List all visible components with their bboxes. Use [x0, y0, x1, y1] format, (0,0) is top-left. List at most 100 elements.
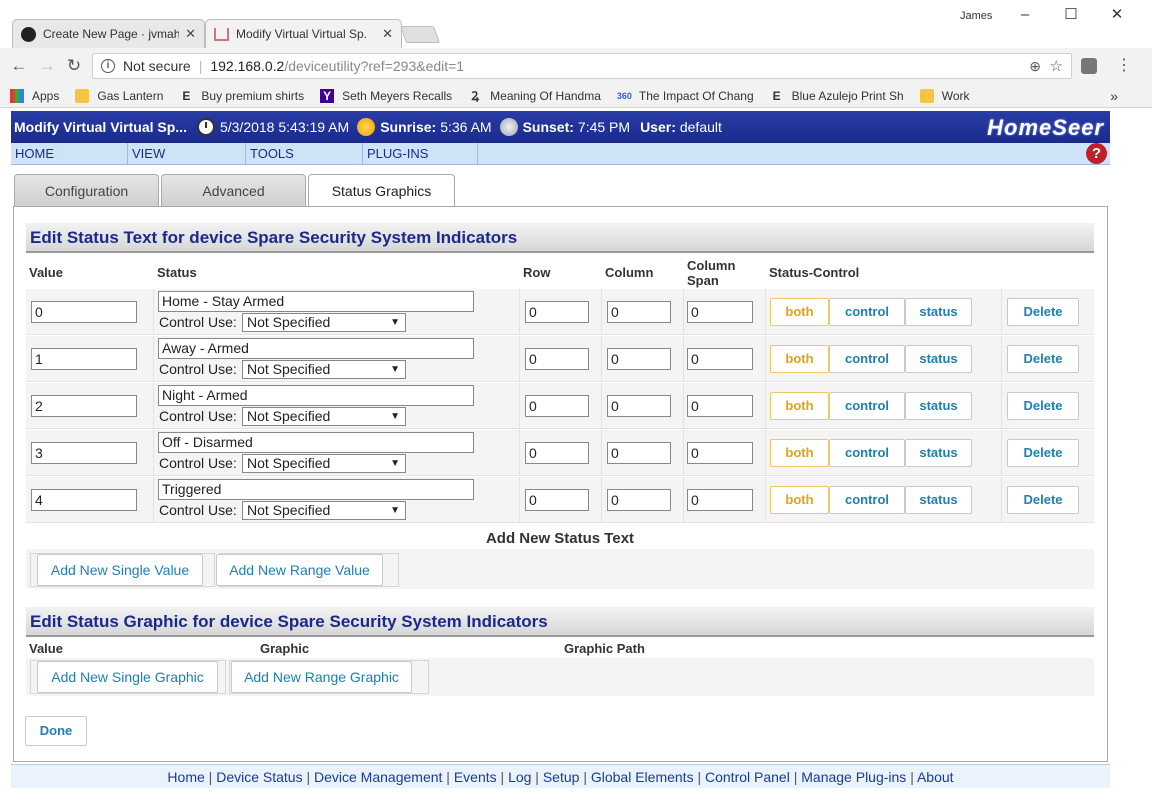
extension-icon[interactable] — [1081, 58, 1097, 74]
bookmarks-overflow-icon[interactable]: » — [1110, 88, 1118, 104]
maximize-button[interactable]: ☐ — [1056, 4, 1086, 26]
column-span-input[interactable]: 0 — [687, 301, 753, 323]
delete-button[interactable]: Delete — [1007, 345, 1079, 373]
add-new-single-graphic-button[interactable]: Add New Single Graphic — [37, 661, 218, 693]
both-button[interactable]: both — [770, 345, 829, 373]
footer-link-home[interactable]: Home — [167, 769, 204, 785]
control-use-select[interactable]: Not Specified ▼ — [242, 501, 406, 520]
profile-name[interactable]: James — [960, 10, 992, 22]
status-button[interactable]: status — [905, 486, 972, 514]
control-button[interactable]: control — [829, 439, 905, 467]
column-input[interactable]: 0 — [607, 348, 671, 370]
row-input[interactable]: 0 — [525, 348, 589, 370]
bookmark-blue-azulejo[interactable]: E Blue Azulejo Print Sh — [770, 89, 904, 103]
tab-configuration[interactable]: Configuration — [14, 174, 159, 207]
value-input[interactable]: 2 — [31, 395, 137, 417]
tab-status-graphics[interactable]: Status Graphics — [308, 174, 455, 208]
status-text-input[interactable]: Off - Disarmed — [158, 432, 474, 453]
menu-plug-ins[interactable]: PLUG-INS — [363, 143, 478, 165]
footer-link-log[interactable]: Log — [508, 769, 531, 785]
value-input[interactable]: 3 — [31, 442, 137, 464]
status-text-input[interactable]: Away - Armed — [158, 338, 474, 359]
row-input[interactable]: 0 — [525, 442, 589, 464]
value-input[interactable]: 4 — [31, 489, 137, 511]
column-span-input[interactable]: 0 — [687, 489, 753, 511]
close-icon[interactable]: ✕ — [382, 26, 393, 42]
bookmark-buy-premium-shirts[interactable]: E Buy premium shirts — [179, 89, 304, 103]
status-text-input[interactable]: Home - Stay Armed — [158, 291, 474, 312]
control-use-select[interactable]: Not Specified ▼ — [242, 360, 406, 379]
menu-tools[interactable]: TOOLS — [246, 143, 363, 165]
footer-link-device-status[interactable]: Device Status — [216, 769, 302, 785]
control-use-select[interactable]: Not Specified ▼ — [242, 407, 406, 426]
delete-button[interactable]: Delete — [1007, 486, 1079, 514]
close-icon[interactable]: ✕ — [185, 26, 196, 42]
done-button[interactable]: Done — [25, 716, 87, 746]
control-use-select[interactable]: Not Specified ▼ — [242, 313, 406, 332]
delete-button[interactable]: Delete — [1007, 439, 1079, 467]
address-bar[interactable]: i Not secure | 192.168.0.2 /deviceutilit… — [92, 53, 1072, 79]
row-input[interactable]: 0 — [525, 301, 589, 323]
status-button[interactable]: status — [905, 392, 972, 420]
add-new-range-graphic-button[interactable]: Add New Range Graphic — [231, 661, 412, 693]
control-button[interactable]: control — [829, 392, 905, 420]
status-button[interactable]: status — [905, 345, 972, 373]
menu-home[interactable]: HOME — [11, 143, 128, 165]
control-button[interactable]: control — [829, 345, 905, 373]
delete-button[interactable]: Delete — [1007, 392, 1079, 420]
footer-link-setup[interactable]: Setup — [543, 769, 580, 785]
both-button[interactable]: both — [770, 439, 829, 467]
tab-advanced[interactable]: Advanced — [161, 174, 306, 207]
browser-tab-github[interactable]: Create New Page · jvmah ✕ — [12, 19, 205, 48]
add-new-range-value-button[interactable]: Add New Range Value — [216, 554, 383, 586]
bookmark-meaning-of-handma[interactable]: Ꝝ Meaning Of Handma — [468, 89, 601, 103]
control-use-select[interactable]: Not Specified ▼ — [242, 454, 406, 473]
browser-tab-homeseer[interactable]: Modify Virtual Virtual Sp. ✕ — [205, 19, 402, 48]
column-span-input[interactable]: 0 — [687, 348, 753, 370]
row-input[interactable]: 0 — [525, 489, 589, 511]
footer-link-control-panel[interactable]: Control Panel — [705, 769, 790, 785]
bookmark-star-icon[interactable]: ☆ — [1050, 57, 1063, 75]
close-window-button[interactable]: ✕ — [1102, 4, 1132, 26]
menu-view[interactable]: VIEW — [128, 143, 246, 165]
value-input[interactable]: 0 — [31, 301, 137, 323]
status-button[interactable]: status — [905, 298, 972, 326]
reload-icon[interactable]: ↻ — [63, 55, 85, 77]
status-text-input[interactable]: Night - Armed — [158, 385, 474, 406]
bookmark-seth-meyers[interactable]: Y Seth Meyers Recalls — [320, 88, 452, 103]
bookmark-impact-of-change[interactable]: 360 The Impact Of Chang — [617, 89, 754, 103]
status-text-input[interactable]: Triggered — [158, 479, 474, 500]
control-button[interactable]: control — [829, 298, 905, 326]
zoom-icon[interactable]: ⊕ — [1029, 58, 1041, 75]
footer-link-manage-plug-ins[interactable]: Manage Plug-ins — [801, 769, 906, 785]
control-button[interactable]: control — [829, 486, 905, 514]
forward-icon[interactable]: → — [36, 55, 58, 77]
both-button[interactable]: both — [770, 298, 829, 326]
footer-link-events[interactable]: Events — [454, 769, 497, 785]
new-tab-button[interactable] — [399, 26, 441, 43]
column-input[interactable]: 0 — [607, 442, 671, 464]
bookmark-apps[interactable]: Apps — [10, 88, 59, 103]
value-input[interactable]: 1 — [31, 348, 137, 370]
both-button[interactable]: both — [770, 392, 829, 420]
column-input[interactable]: 0 — [607, 395, 671, 417]
footer-link-about[interactable]: About — [917, 769, 954, 785]
footer-link-global-elements[interactable]: Global Elements — [591, 769, 694, 785]
column-span-input[interactable]: 0 — [687, 395, 753, 417]
minimize-button[interactable]: – — [1010, 4, 1040, 26]
bookmark-gas-lantern[interactable]: Gas Lantern — [75, 88, 163, 103]
browser-menu-icon[interactable]: ⋮ — [1116, 55, 1132, 75]
help-icon[interactable]: ? — [1086, 143, 1107, 164]
footer-link-device-management[interactable]: Device Management — [314, 769, 442, 785]
both-button[interactable]: both — [770, 486, 829, 514]
back-icon[interactable]: ← — [8, 55, 30, 77]
delete-button[interactable]: Delete — [1007, 298, 1079, 326]
status-button[interactable]: status — [905, 439, 972, 467]
add-new-single-value-button[interactable]: Add New Single Value — [37, 554, 203, 586]
row-input[interactable]: 0 — [525, 395, 589, 417]
column-input[interactable]: 0 — [607, 301, 671, 323]
column-input[interactable]: 0 — [607, 489, 671, 511]
info-icon[interactable]: i — [101, 59, 115, 73]
bookmark-work[interactable]: Work — [919, 88, 969, 103]
column-span-input[interactable]: 0 — [687, 442, 753, 464]
